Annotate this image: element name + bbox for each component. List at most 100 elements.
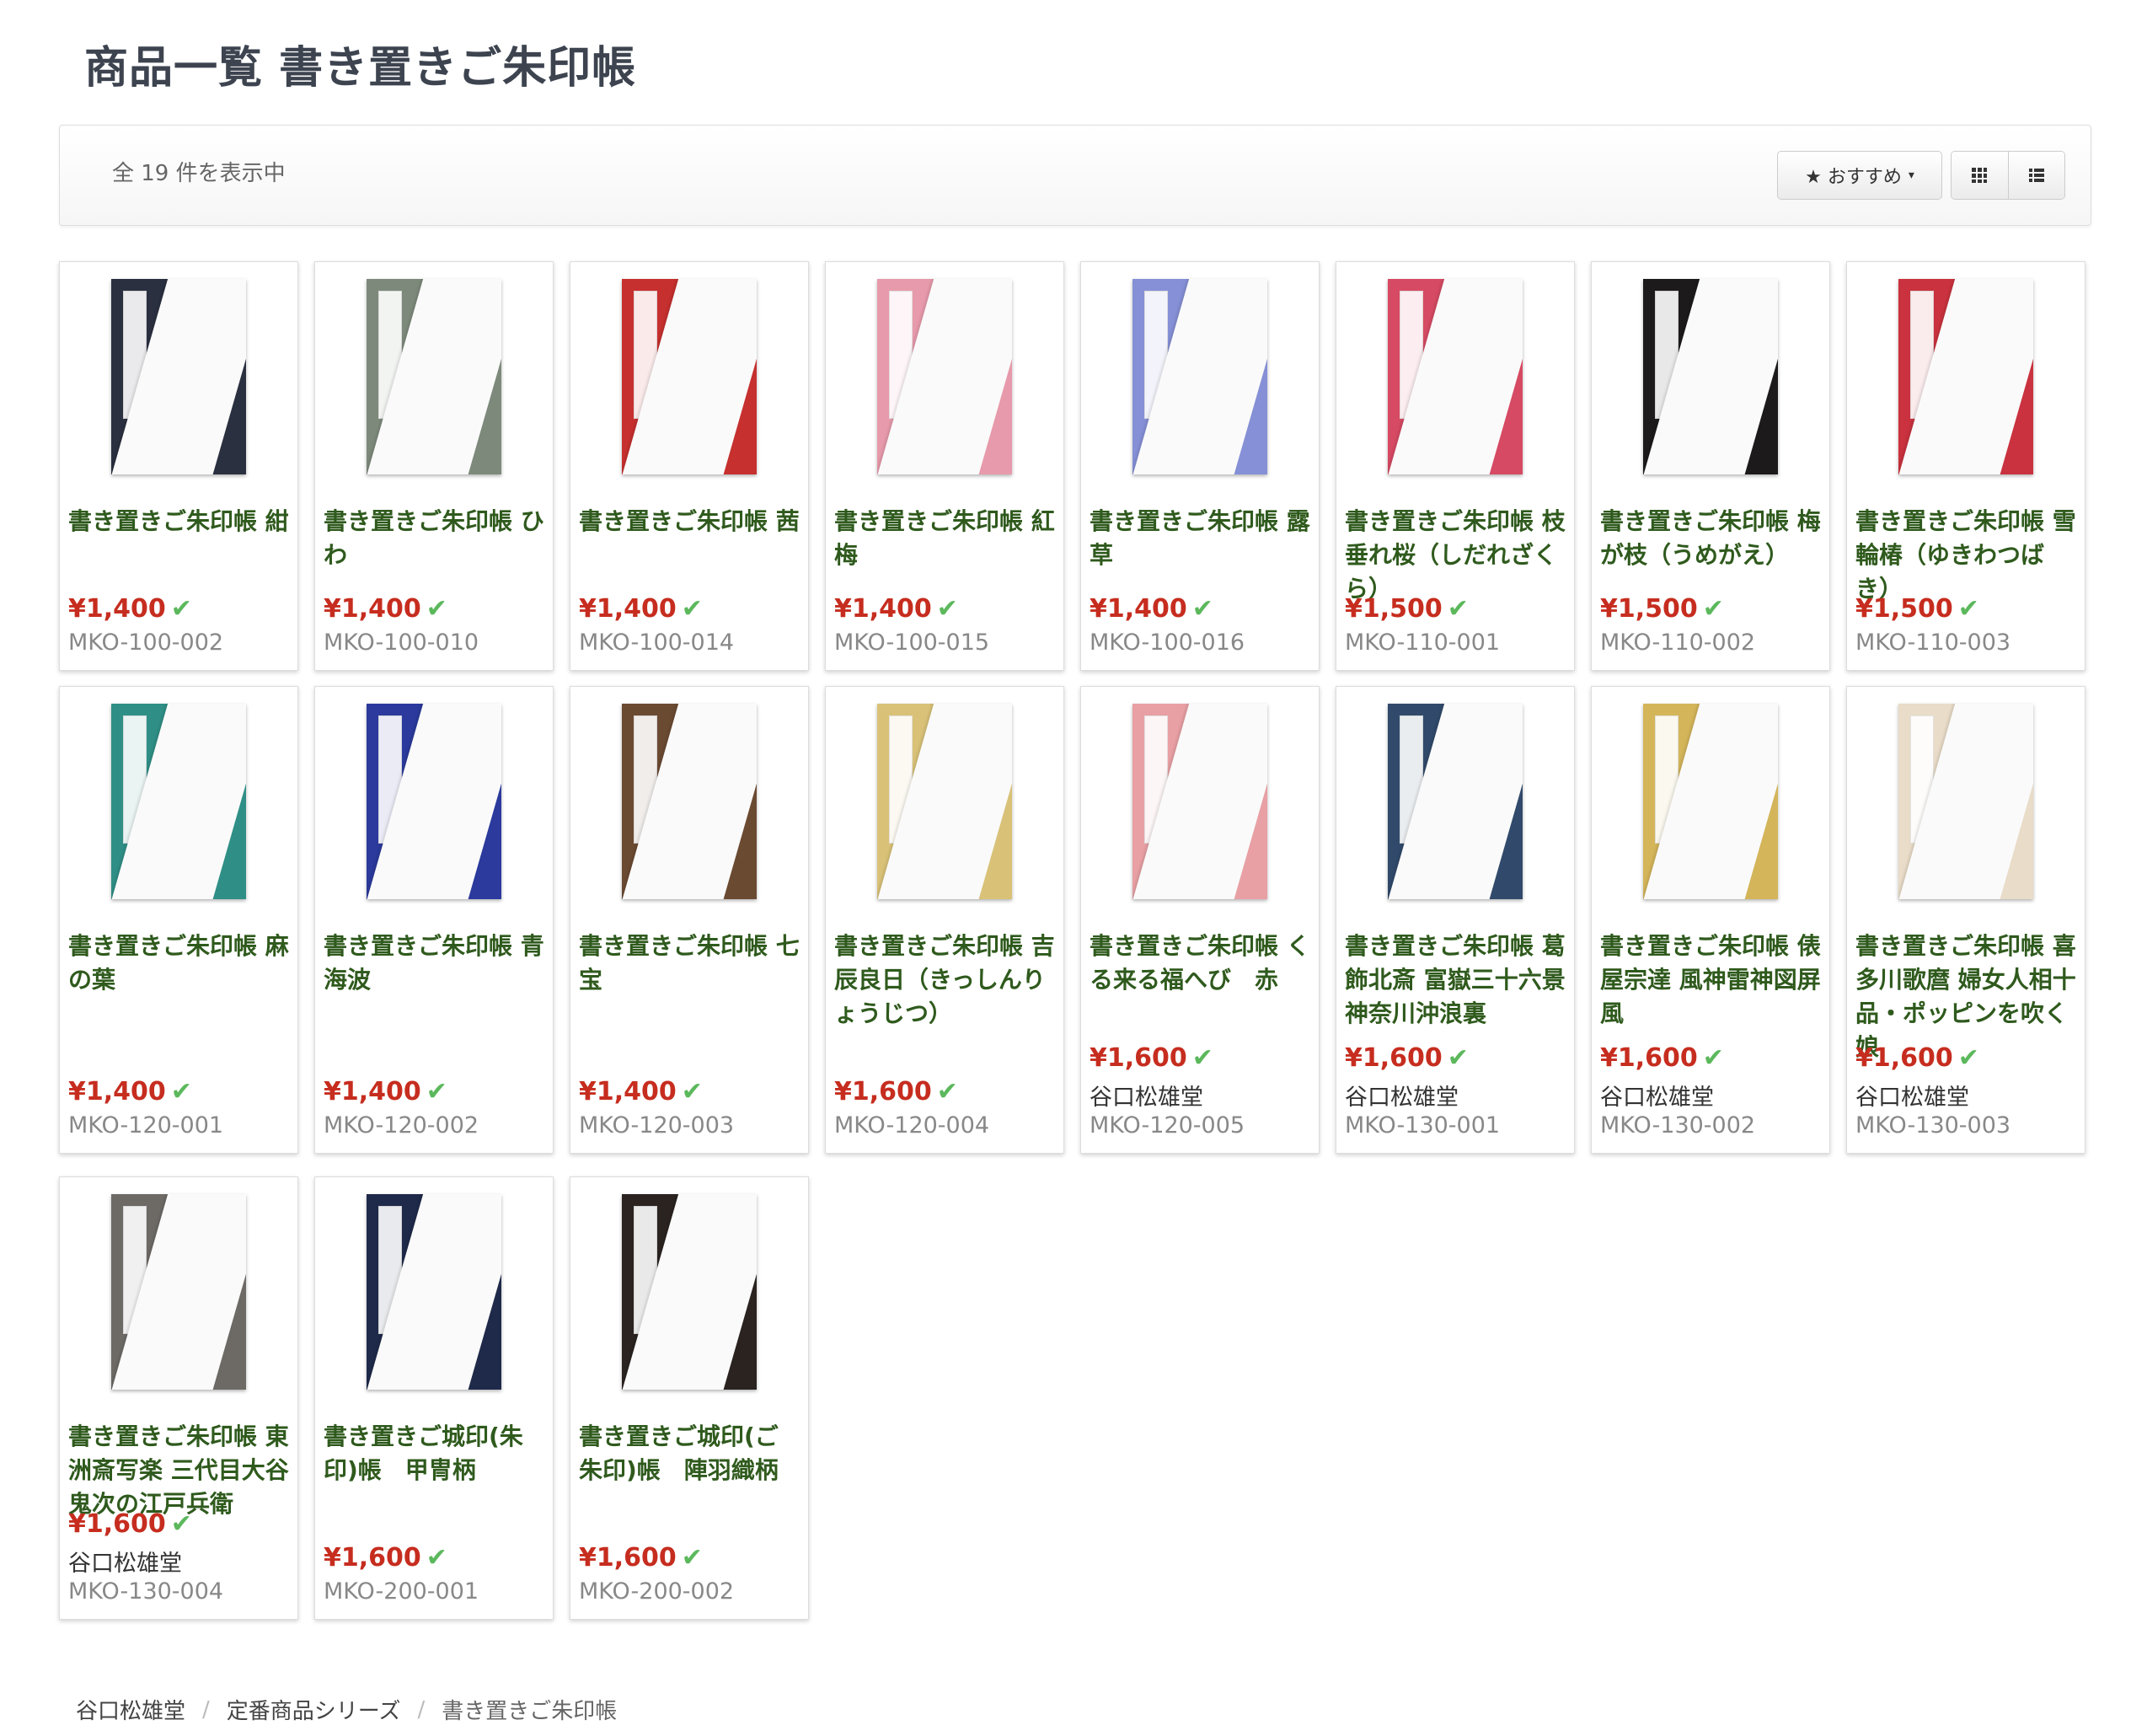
list-view-button[interactable] (2007, 152, 2064, 199)
product-name-link[interactable]: 書き置きご朱印帳 紺 (68, 505, 289, 538)
product-card[interactable]: 書き置きご朱印帳 梅が枝（うめがえ） ¥1,500 ✔ MKO-110-002 (1591, 261, 1830, 671)
product-price: ¥1,500 (1855, 594, 1953, 624)
product-name-link[interactable]: 書き置きご朱印帳 枝垂れ桜（しだれざくら） (1345, 505, 1566, 606)
product-code: MKO-110-002 (1600, 630, 1756, 656)
in-stock-check-icon: ✔ (1957, 1043, 1979, 1073)
product-image[interactable] (60, 262, 297, 491)
product-card[interactable]: 書き置きご朱印帳 葛飾北斎 富嶽三十六景 神奈川沖浪裏 ¥1,600 ✔ 谷口松雄堂 M… (1336, 686, 1589, 1154)
product-card[interactable]: 書き置きご朱印帳 枝垂れ桜（しだれざくら） ¥1,500 ✔ MKO-110-001 (1336, 261, 1575, 671)
product-price-row: ¥1,400 ✔ (68, 1077, 192, 1106)
product-code: MKO-130-004 (68, 1578, 224, 1605)
product-name-link[interactable]: 書き置きご朱印帳 七宝 (579, 930, 800, 997)
in-stock-check-icon: ✔ (170, 1077, 192, 1106)
product-name-link[interactable]: 書き置きご朱印帳 茜 (579, 505, 800, 538)
product-card[interactable]: 書き置きご朱印帳 麻の葉 ¥1,400 ✔ MKO-120-001 (59, 686, 298, 1154)
product-image[interactable] (570, 1177, 808, 1406)
product-image[interactable] (1081, 262, 1319, 491)
product-name-link[interactable]: 書き置きご朱印帳 梅が枝（うめがえ） (1600, 505, 1821, 572)
product-price-row: ¥1,400 ✔ (324, 594, 447, 624)
product-image[interactable] (570, 687, 808, 916)
product-card[interactable]: 書き置きご朱印帳 東洲斎写楽 三代目大谷鬼次の江戸兵衛 ¥1,600 ✔ 谷口松雄堂 M… (59, 1176, 298, 1620)
grid-view-button[interactable] (1952, 152, 2008, 199)
product-code: MKO-100-010 (324, 630, 479, 656)
product-price-row: ¥1,500 ✔ (1855, 594, 1979, 624)
product-name-link[interactable]: 書き置きご朱印帳 くる来る福へび 赤 (1090, 930, 1310, 997)
product-code: MKO-100-015 (834, 630, 990, 656)
product-card[interactable]: 書き置きご城印(朱印)帳 甲冑柄 ¥1,600 ✔ MKO-200-001 (314, 1176, 554, 1620)
in-stock-check-icon: ✔ (1191, 1043, 1213, 1073)
product-name-link[interactable]: 書き置きご朱印帳 雪輪椿（ゆきわつばき） (1855, 505, 2076, 606)
breadcrumb-separator: / (202, 1696, 210, 1723)
product-image[interactable] (315, 687, 553, 916)
product-image[interactable] (1336, 262, 1574, 491)
product-price-row: ¥1,600 ✔ (834, 1077, 958, 1106)
product-price: ¥1,400 (1090, 594, 1187, 624)
product-card[interactable]: 書き置きご城印(ご朱印)帳 陣羽織柄 ¥1,600 ✔ MKO-200-002 (570, 1176, 809, 1620)
product-code: MKO-130-001 (1345, 1112, 1501, 1139)
product-name-link[interactable]: 書き置きご朱印帳 東洲斎写楽 三代目大谷鬼次の江戸兵衛 (68, 1420, 289, 1521)
product-code: MKO-120-002 (324, 1112, 479, 1139)
product-image[interactable] (1336, 687, 1574, 916)
product-name-link[interactable]: 書き置きご朱印帳 ひわ (324, 505, 544, 572)
product-image[interactable] (60, 687, 297, 916)
product-card[interactable]: 書き置きご朱印帳 ひわ ¥1,400 ✔ MKO-100-010 (314, 261, 554, 671)
product-maker: 谷口松雄堂 (68, 1551, 182, 1577)
product-image[interactable] (1592, 262, 1829, 491)
product-name-link[interactable]: 書き置きご朱印帳 吉辰良日（きっしんりょうじつ） (834, 930, 1055, 1031)
product-name-link[interactable]: 書き置きご朱印帳 麻の葉 (68, 930, 289, 997)
product-code: MKO-120-005 (1090, 1112, 1245, 1139)
product-price-row: ¥1,600 ✔ (1345, 1043, 1469, 1073)
product-card[interactable]: 書き置きご朱印帳 雪輪椿（ゆきわつばき） ¥1,500 ✔ MKO-110-003 (1846, 261, 2085, 671)
in-stock-check-icon: ✔ (1702, 594, 1724, 624)
product-card[interactable]: 書き置きご朱印帳 吉辰良日（きっしんりょうじつ） ¥1,600 ✔ MKO-120-0… (825, 686, 1064, 1154)
in-stock-check-icon: ✔ (936, 1077, 958, 1106)
in-stock-check-icon: ✔ (170, 594, 192, 624)
product-price: ¥1,600 (579, 1543, 677, 1573)
product-name-link[interactable]: 書き置きご朱印帳 紅梅 (834, 505, 1055, 572)
in-stock-check-icon: ✔ (1702, 1043, 1724, 1073)
page: 商品一覧 書き置きご朱印帳 全 19 件を表示中 ★ おすすめ ▾ 書き置きご朱… (0, 0, 2147, 1736)
goshuincho-cover-image (877, 279, 1012, 474)
goshuincho-cover-image (877, 704, 1012, 899)
product-name-link[interactable]: 書き置きご朱印帳 俵屋宗達 風神雷神図屏風 (1600, 930, 1821, 1031)
product-image[interactable] (570, 262, 808, 491)
product-card[interactable]: 書き置きご朱印帳 紺 ¥1,400 ✔ MKO-100-002 (59, 261, 298, 671)
product-card[interactable]: 書き置きご朱印帳 七宝 ¥1,400 ✔ MKO-120-003 (570, 686, 809, 1154)
product-card[interactable]: 書き置きご朱印帳 青海波 ¥1,400 ✔ MKO-120-002 (314, 686, 554, 1154)
breadcrumb-link-brand[interactable]: 谷口松雄堂 (76, 1694, 185, 1725)
breadcrumb-link-series[interactable]: 定番商品シリーズ (227, 1694, 401, 1725)
product-image[interactable] (315, 1177, 553, 1406)
in-stock-check-icon: ✔ (426, 1077, 447, 1106)
product-price-row: ¥1,500 ✔ (1600, 594, 1724, 624)
product-card[interactable]: 書き置きご朱印帳 露草 ¥1,400 ✔ MKO-100-016 (1080, 261, 1320, 671)
product-image[interactable] (1081, 687, 1319, 916)
product-name-link[interactable]: 書き置きご城印(朱印)帳 甲冑柄 (324, 1420, 544, 1487)
goshuincho-cover-image (111, 1194, 246, 1390)
product-card[interactable]: 書き置きご朱印帳 くる来る福へび 赤 ¥1,600 ✔ 谷口松雄堂 MKO-120-00… (1080, 686, 1320, 1154)
product-price: ¥1,600 (834, 1077, 932, 1106)
product-image[interactable] (1847, 262, 2085, 491)
product-image[interactable] (1847, 687, 2085, 916)
product-price: ¥1,600 (324, 1543, 421, 1573)
product-card[interactable]: 書き置きご朱印帳 俵屋宗達 風神雷神図屏風 ¥1,600 ✔ 谷口松雄堂 MKO-130… (1591, 686, 1830, 1154)
product-image[interactable] (60, 1177, 297, 1406)
product-image[interactable] (826, 687, 1063, 916)
product-code: MKO-110-001 (1345, 630, 1501, 656)
product-name-link[interactable]: 書き置きご朱印帳 露草 (1090, 505, 1310, 572)
goshuincho-cover-image (622, 1194, 757, 1390)
product-image[interactable] (826, 262, 1063, 491)
sort-label: ★ おすすめ (1805, 167, 1902, 188)
product-image[interactable] (1592, 687, 1829, 916)
sort-dropdown-button[interactable]: ★ おすすめ ▾ (1777, 151, 1942, 200)
product-card[interactable]: 書き置きご朱印帳 喜多川歌麿 婦女人相十品・ポッピンを吹く娘 ¥1,600 ✔ 谷口松… (1846, 686, 2085, 1154)
product-price: ¥1,400 (579, 594, 677, 624)
product-code: MKO-130-002 (1600, 1112, 1756, 1139)
product-name-link[interactable]: 書き置きご朱印帳 葛飾北斎 富嶽三十六景 神奈川沖浪裏 (1345, 930, 1589, 1031)
product-card[interactable]: 書き置きご朱印帳 紅梅 ¥1,400 ✔ MKO-100-015 (825, 261, 1064, 671)
product-price-row: ¥1,500 ✔ (1345, 594, 1469, 624)
product-name-link[interactable]: 書き置きご朱印帳 青海波 (324, 930, 544, 997)
product-image[interactable] (315, 262, 553, 491)
product-name-link[interactable]: 書き置きご城印(ご朱印)帳 陣羽織柄 (579, 1420, 800, 1487)
in-stock-check-icon: ✔ (681, 1077, 703, 1106)
product-card[interactable]: 書き置きご朱印帳 茜 ¥1,400 ✔ MKO-100-014 (570, 261, 809, 671)
